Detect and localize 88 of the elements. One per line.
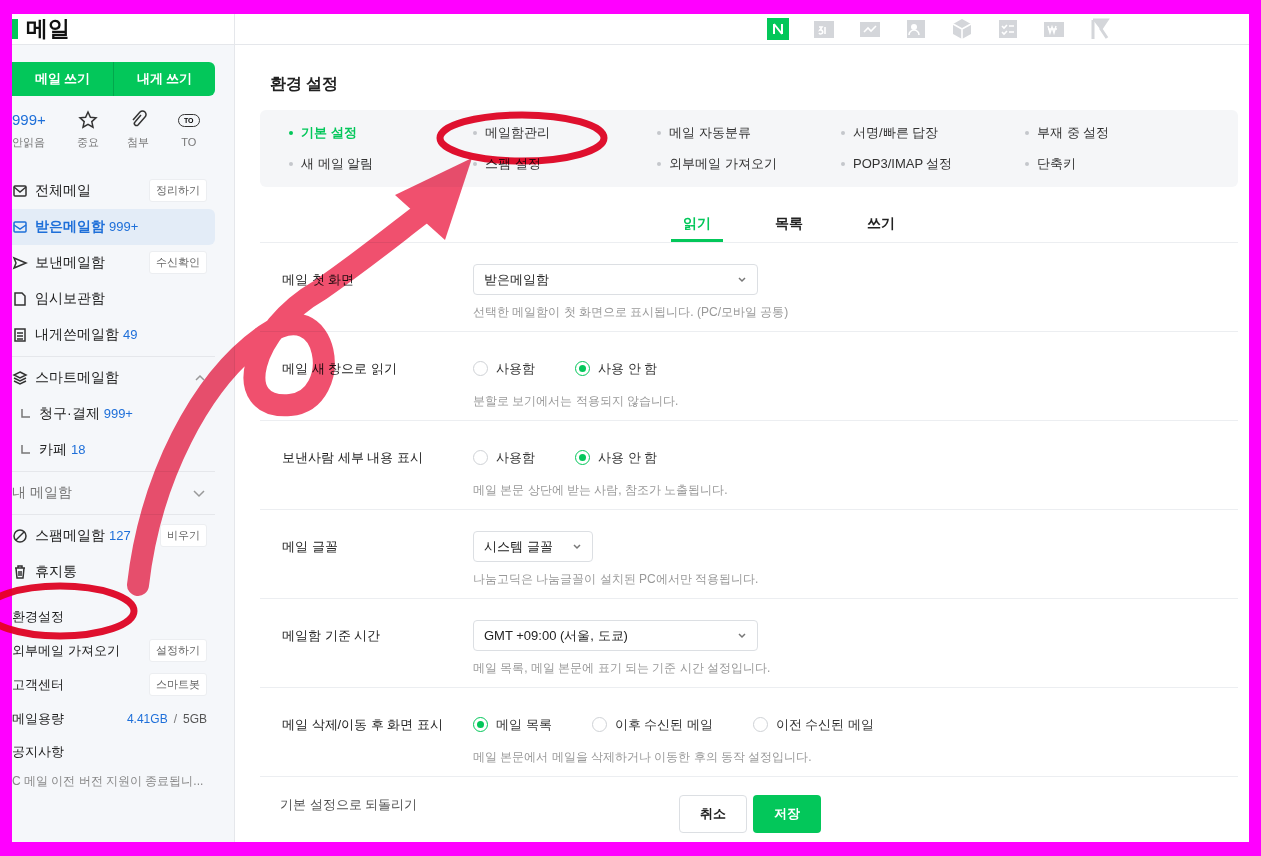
unread-count: 127 <box>109 526 131 545</box>
sidebar-link[interactable]: 공지사항 <box>12 735 215 768</box>
settings-tab[interactable]: 쓰기 <box>855 207 907 242</box>
box-icon[interactable] <box>951 18 973 40</box>
quick-filter[interactable]: 999+ 안읽음 <box>12 110 63 151</box>
hint-text: 메일 목록, 메일 본문에 표기 되는 기준 시간 설정입니다. <box>473 660 771 676</box>
indent-corner-icon <box>18 442 32 457</box>
sidebar-link[interactable]: 외부메일 가져오기 <box>12 640 120 661</box>
sidebar-link[interactable]: 환경설정 <box>12 606 64 627</box>
star-icon <box>77 110 98 130</box>
page-title: 환경 설정 <box>269 74 340 94</box>
settings-nav-link[interactable]: 서명/빠른 답장 <box>841 123 1025 143</box>
radio-option[interactable]: 사용함 <box>473 358 535 379</box>
settings-nav-link[interactable]: POP3/IMAP 설정 <box>841 154 1025 174</box>
folder-label[interactable]: 전체메일 <box>35 180 91 201</box>
hint-text: 분할로 보기에서는 적용되지 않습니다. <box>473 393 679 409</box>
notice-link[interactable]: C 메일 이전 버전 지원이 종료됩니... <box>12 767 215 794</box>
folder-label[interactable]: 스마트메일함 <box>35 367 119 388</box>
dropdown[interactable]: GMT +09:00 (서울, 도쿄) <box>473 620 758 651</box>
chevron-down-icon <box>572 541 582 552</box>
contacts-icon[interactable] <box>905 18 927 40</box>
section-label[interactable]: 내 메일함 <box>12 482 72 503</box>
storage-used: 4.41GB <box>126 710 168 728</box>
calendar-icon[interactable] <box>813 18 835 40</box>
quick-filter[interactable]: 첨부 <box>113 110 164 151</box>
storage-label: 메일용량 <box>12 709 64 728</box>
folder-label[interactable]: 임시보관함 <box>35 288 105 309</box>
action-tag[interactable]: 설정하기 <box>149 639 207 662</box>
settings-nav-link[interactable]: 외부메일 가져오기 <box>657 154 841 174</box>
setting-label: 메일 삭제/이동 후 화면 표시 <box>281 716 445 734</box>
separator-text: / <box>173 710 177 728</box>
action-tag[interactable]: 스마트봇 <box>149 673 207 696</box>
setting-label: 메일 글꼴 <box>281 538 339 556</box>
radio-option[interactable]: 이전 수신된 메일 <box>752 714 875 735</box>
trash-icon <box>12 563 28 580</box>
radio-option[interactable]: 사용함 <box>473 447 535 468</box>
radio-option[interactable]: 이후 수신된 메일 <box>591 714 713 735</box>
folder-label[interactable]: 받은메일함 <box>35 216 105 237</box>
folder-label[interactable]: 보낸메일함 <box>35 252 105 273</box>
chevron-down-icon <box>737 274 747 285</box>
setting-label: 보낸사람 세부 내용 표시 <box>281 449 424 467</box>
folder-label[interactable]: 휴지통 <box>35 561 77 582</box>
reset-link[interactable]: 기본 설정으로 되돌리기 <box>260 795 418 815</box>
unread-count: 999+ <box>103 404 133 423</box>
storage-total: 5GB <box>183 710 207 728</box>
paper-plane-icon <box>12 254 28 271</box>
envelope-icon <box>12 182 28 199</box>
quick-filter[interactable]: 중요 <box>62 110 113 151</box>
envelope-icon <box>12 218 28 235</box>
settings-nav-link[interactable]: 메일 자동분류 <box>657 123 841 143</box>
action-tag[interactable]: 정리하기 <box>149 179 207 202</box>
unread-count: 999+ <box>109 217 139 236</box>
hint-text: 선택한 메일함이 첫 화면으로 표시됩니다. (PC/모바일 공통) <box>473 304 789 320</box>
sidebar-link[interactable]: 고객센터 <box>12 674 64 695</box>
settings-nav-link[interactable]: 단축키 <box>1025 154 1209 174</box>
settings-nav-link[interactable]: 부재 중 설정 <box>1025 123 1209 143</box>
hint-text: 메일 본문에서 메일을 삭제하거나 이동한 후의 동작 설정입니다. <box>473 749 813 765</box>
checklist-icon[interactable] <box>997 18 1019 40</box>
setting-label: 메일함 기준 시간 <box>281 627 382 645</box>
flag-icon[interactable] <box>1089 18 1111 40</box>
document-icon <box>12 290 28 307</box>
settings-nav-link[interactable]: 새 메일 알림 <box>289 154 473 174</box>
radio-option[interactable]: 사용 안 함 <box>575 447 658 468</box>
action-tag[interactable]: 비우기 <box>160 524 207 547</box>
prohibited-icon <box>12 527 28 544</box>
hint-text: 메일 본문 상단에 받는 사람, 참조가 노출됩니다. <box>473 482 728 498</box>
logo-mark <box>12 19 18 39</box>
cancel-button[interactable]: 취소 <box>679 795 747 833</box>
radio-option[interactable]: 메일 목록 <box>473 714 552 735</box>
dropdown[interactable]: 받은메일함 <box>473 264 758 295</box>
settings-nav-link[interactable]: 메일함관리 <box>473 123 657 143</box>
unread-count: 18 <box>71 440 86 459</box>
settings-tab[interactable]: 목록 <box>763 207 815 242</box>
logo-text: 메일 <box>26 18 70 40</box>
action-tag[interactable]: 수신확인 <box>149 251 207 274</box>
dropdown[interactable]: 시스템 글꼴 <box>473 531 593 562</box>
chevron-down-icon <box>737 630 747 641</box>
folder-label[interactable]: 카페 <box>39 439 67 460</box>
folder-label[interactable]: 스팸메일함 <box>35 525 105 546</box>
folder-label[interactable]: 청구·결제 <box>39 403 100 424</box>
hint-text: 나눔고딕은 나눔글꼴이 설치된 PC에서만 적용됩니다. <box>473 571 759 587</box>
indent-corner-icon <box>18 406 32 421</box>
unread-count: 49 <box>123 325 138 344</box>
folder-label[interactable]: 내게쓴메일함 <box>35 324 119 345</box>
layers-icon <box>12 369 28 386</box>
radio-option[interactable]: 사용 안 함 <box>575 358 658 379</box>
list-icon <box>12 326 28 343</box>
selected-folder-row[interactable]: 받은메일함 999+ <box>12 208 215 245</box>
